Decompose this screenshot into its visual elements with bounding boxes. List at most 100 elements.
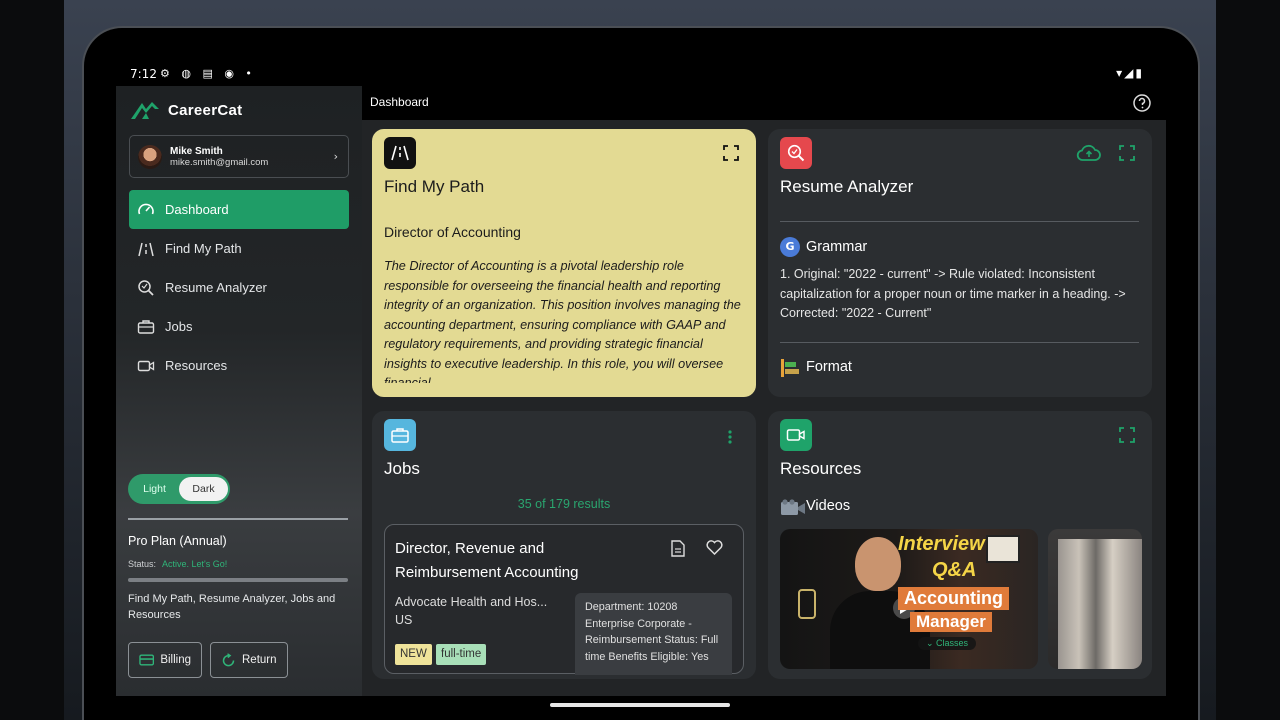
- sidebar-item-dashboard[interactable]: Dashboard: [129, 190, 349, 229]
- clock: 7:12: [130, 67, 157, 81]
- brand[interactable]: CareerCat: [130, 96, 242, 124]
- app-screen: 7:12 ⚙ ◍ ▤ ◉ • ▾◢▮ CareerCat Mike Smith …: [116, 62, 1166, 702]
- divider: [780, 221, 1139, 222]
- divider: [780, 342, 1139, 343]
- grammar-heading: Grammar: [806, 239, 868, 255]
- fullscreen-icon[interactable]: [1119, 427, 1135, 443]
- path-role: Director of Accounting: [384, 224, 521, 240]
- divider: [128, 518, 348, 520]
- billing-label: Billing: [160, 654, 191, 666]
- city-window-image: [1058, 539, 1142, 669]
- plan-status-value: Active. Let's Go!: [162, 559, 228, 569]
- resume-analyzer-card[interactable]: Resume Analyzer G Grammar 1. Original: "…: [768, 129, 1152, 397]
- status-bar: 7:12 ⚙ ◍ ▤ ◉ • ▾◢▮: [116, 62, 1166, 86]
- fullscreen-icon[interactable]: [723, 145, 739, 161]
- plan-status: Status: Active. Let's Go!: [128, 559, 227, 569]
- grammar-icon: G: [780, 237, 800, 257]
- job-location: US: [395, 613, 413, 627]
- briefcase-icon: [137, 319, 155, 334]
- user-profile-button[interactable]: Mike Smith mike.smith@gmail.com ›: [129, 135, 349, 178]
- speedometer-icon: [138, 203, 154, 214]
- chevron-right-icon: ›: [333, 150, 338, 163]
- help-icon[interactable]: [1132, 93, 1152, 113]
- heart-icon[interactable]: [706, 540, 723, 555]
- theme-toggle[interactable]: Light Dark: [128, 474, 230, 504]
- results-count: 35 of 179 results: [517, 497, 611, 511]
- thumb-text-accounting: Accounting: [898, 587, 1009, 610]
- fullscreen-icon[interactable]: [1119, 145, 1135, 161]
- sidebar-item-label: Resources: [165, 358, 228, 373]
- format-heading: Format: [806, 359, 852, 375]
- main-content: Dashboard Find My Path Director of Accou…: [362, 86, 1166, 696]
- grammar-suggestion: 1. Original: "2022 - current" -> Rule vi…: [780, 267, 1126, 320]
- plan-name: Pro Plan (Annual): [128, 534, 227, 548]
- video-thumbnail[interactable]: [1048, 529, 1142, 669]
- refresh-icon: [222, 652, 235, 666]
- videos-heading: Videos: [806, 498, 851, 514]
- plan-status-label: Status:: [128, 559, 157, 569]
- sidebar-item-find-my-path[interactable]: Find My Path: [129, 229, 349, 268]
- path-description: The Director of Accounting is a pivotal …: [384, 259, 741, 383]
- sidebar-item-label: Dashboard: [165, 202, 229, 217]
- sidebar-item-label: Find My Path: [165, 241, 242, 256]
- path-icon: [384, 137, 416, 169]
- thumb-text-interview: Interview: [898, 533, 985, 555]
- card-title: Resources: [780, 459, 862, 478]
- video-icon: [137, 360, 155, 371]
- lamp-decoration: [798, 589, 816, 619]
- plan-progress-bar: [128, 578, 348, 582]
- credit-card-icon: [139, 654, 155, 666]
- sidebar-item-jobs[interactable]: Jobs: [129, 307, 349, 346]
- home-indicator[interactable]: [550, 703, 730, 707]
- more-vertical-icon[interactable]: [727, 429, 733, 445]
- notification-icons: ⚙ ◍ ▤ ◉ •: [160, 67, 256, 80]
- plan-description: Find My Path, Resume Analyzer, Jobs and …: [128, 593, 336, 621]
- format-icon: [781, 359, 799, 377]
- job-listing[interactable]: Director, Revenue and Reimbursement Acco…: [384, 524, 744, 675]
- document-icon[interactable]: [671, 540, 685, 557]
- theme-option-light[interactable]: Light: [130, 483, 179, 495]
- card-title: Resume Analyzer: [780, 177, 914, 196]
- cloud-upload-icon[interactable]: [1076, 144, 1102, 162]
- sidebar-item-resources[interactable]: Resources: [129, 346, 349, 385]
- magnifier-icon: [780, 137, 812, 169]
- sidebar: CareerCat Mike Smith mike.smith@gmail.co…: [116, 86, 362, 696]
- resources-card[interactable]: Resources Videos Interview Q&A Accountin…: [768, 411, 1152, 679]
- job-tag-type: full-time: [436, 644, 487, 665]
- magnifier-icon: [138, 279, 154, 296]
- page-title: Dashboard: [370, 95, 429, 109]
- sidebar-item-label: Jobs: [165, 319, 193, 334]
- video-thumbnail[interactable]: Interview Q&A Accounting Manager ⌄ Class…: [780, 529, 1038, 669]
- briefcase-icon: [384, 419, 416, 451]
- job-title: Director, Revenue and Reimbursement Acco…: [395, 540, 579, 581]
- video-icon: [780, 419, 812, 451]
- thumb-text-manager: Manager: [910, 612, 992, 632]
- job-tag-new: NEW: [395, 644, 432, 665]
- job-details: Department: 10208 Enterprise Corporate -…: [575, 593, 732, 675]
- jobs-card[interactable]: Jobs 35 of 179 results Director, Revenue…: [372, 411, 756, 679]
- wall-picture: [986, 535, 1020, 563]
- card-title: Find My Path: [384, 177, 485, 196]
- classes-chip[interactable]: ⌄ Classes: [918, 637, 977, 650]
- job-company: Advocate Health and Hos...: [395, 595, 548, 609]
- film-camera-icon: [781, 499, 805, 515]
- card-title: Jobs: [384, 459, 420, 478]
- theme-option-dark[interactable]: Dark: [179, 477, 228, 501]
- user-name: Mike Smith: [170, 145, 223, 157]
- return-label: Return: [242, 654, 277, 666]
- classes-chip-label: Classes: [936, 638, 969, 648]
- billing-button[interactable]: Billing: [128, 642, 202, 678]
- return-button[interactable]: Return: [210, 642, 288, 678]
- system-icons: ▾◢▮: [1116, 66, 1144, 80]
- top-bar: Dashboard: [362, 86, 1166, 120]
- path-icon: [138, 242, 154, 256]
- sidebar-nav: Dashboard Find My Path Resume Analyzer J…: [129, 190, 349, 385]
- thumb-text-qa: Q&A: [932, 559, 977, 581]
- user-email: mike.smith@gmail.com: [170, 156, 269, 168]
- find-my-path-card[interactable]: Find My Path Director of Accounting The …: [372, 129, 756, 397]
- avatar: [138, 144, 162, 169]
- sidebar-item-resume-analyzer[interactable]: Resume Analyzer: [129, 268, 349, 307]
- sidebar-item-label: Resume Analyzer: [165, 280, 267, 295]
- presenter-head: [855, 537, 901, 591]
- brand-name: CareerCat: [168, 101, 243, 119]
